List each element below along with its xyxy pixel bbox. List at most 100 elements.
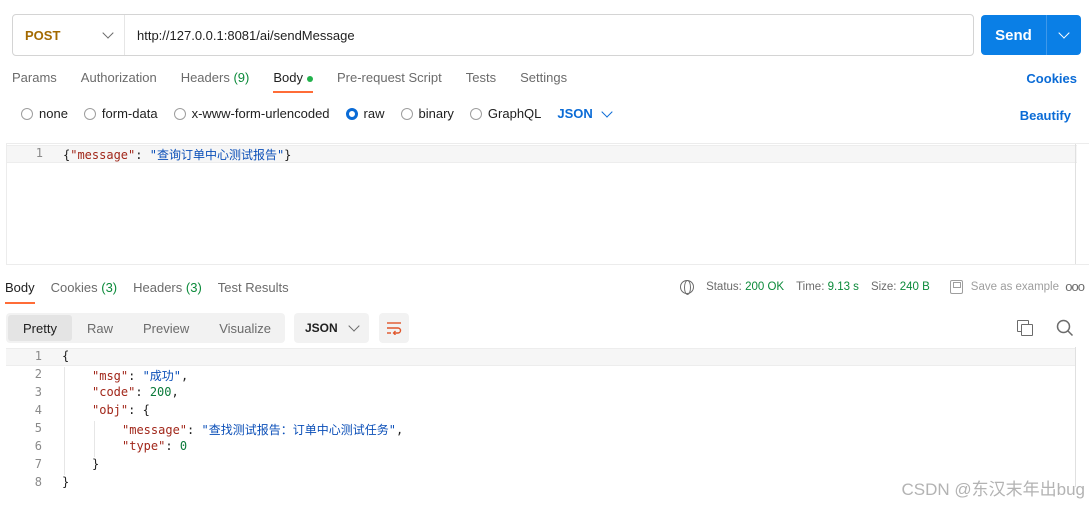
size-value: 240 B [899, 281, 930, 293]
cookies-link[interactable]: Cookies [1026, 71, 1077, 86]
view-preview-button[interactable]: Preview [128, 315, 204, 341]
response-tabs: Body Cookies (3) Headers (3) Test Result… [5, 280, 305, 304]
search-icon[interactable] [1056, 319, 1074, 337]
tab-response-headers[interactable]: Headers (3) [133, 280, 202, 295]
code-line: 2 "msg": "成功", [6, 367, 189, 385]
json-punctuation: : [128, 369, 143, 383]
tab-settings[interactable]: Settings [520, 70, 567, 90]
more-options-icon[interactable]: ooo [1065, 279, 1085, 294]
code-line: 1 {"message": "查询订单中心测试报告"} [7, 146, 292, 164]
json-key: "msg" [92, 369, 129, 383]
radio-binary[interactable]: binary [400, 106, 454, 121]
tab-label: Headers [180, 70, 230, 85]
json-punctuation: : [187, 423, 202, 437]
wrap-lines-button[interactable] [379, 313, 409, 343]
json-punctuation: } [92, 457, 100, 471]
body-format-label: JSON [557, 106, 593, 121]
request-body-editor[interactable]: 1 {"message": "查询订单中心测试报告"} [6, 143, 1089, 265]
tab-body[interactable]: Body [273, 70, 313, 93]
tab-test-results[interactable]: Test Results [218, 280, 289, 295]
tab-params[interactable]: Params [12, 70, 57, 90]
tab-count: (3) [185, 280, 202, 295]
view-pretty-button[interactable]: Pretty [8, 315, 72, 341]
status-label: Status: [706, 281, 742, 293]
code-text: { [42, 349, 69, 367]
editor-scrollbar[interactable] [1075, 144, 1089, 264]
line-number: 7 [34, 457, 42, 471]
save-as-example-label: Save as example [970, 281, 1059, 293]
tab-count: (3) [101, 280, 118, 295]
body-type-radios: none form-data x-www-form-urlencoded raw… [21, 105, 613, 121]
tab-label: Pre-request Script [336, 70, 442, 85]
tab-tests[interactable]: Tests [466, 70, 496, 90]
code-text: "code": 200, [42, 385, 179, 403]
view-visualize-button[interactable]: Visualize [204, 315, 286, 341]
code-text: "type": 0 [42, 439, 187, 457]
code-line: 4 "obj": { [6, 403, 150, 421]
json-value: 0 [179, 439, 188, 453]
save-as-example-button[interactable]: Save as example [949, 280, 1059, 294]
beautify-button[interactable]: Beautify [1020, 108, 1071, 123]
status-dot-icon [306, 75, 313, 82]
tab-headers[interactable]: Headers (9) [181, 70, 250, 90]
json-key: "message" [122, 423, 188, 437]
method-label: POST [25, 27, 61, 43]
response-body-viewer[interactable]: 1{2 "msg": "成功", 3 "code": 200, 4 "obj": {5 "m… [6, 347, 1089, 493]
copy-icon[interactable] [1017, 320, 1033, 336]
globe-icon[interactable] [680, 280, 695, 295]
json-value: "查询订单中心测试报告" [149, 148, 285, 162]
request-bar: POST http://127.0.0.1:8081/ai/sendMessag… [12, 14, 974, 56]
radio-x-www-form-urlencoded[interactable]: x-www-form-urlencoded [173, 106, 330, 121]
tab-label: Params [12, 70, 57, 85]
active-line-highlight [6, 348, 1075, 366]
size-item[interactable]: Size: 240 B [871, 281, 930, 293]
tab-label: Test Results [217, 280, 289, 295]
json-punctuation: : [135, 385, 150, 399]
response-format-label: JSON [305, 321, 338, 335]
json-key: "obj" [92, 403, 129, 417]
response-status-bar: Status: 200 OK Time: 9.13 s Size: 240 B … [680, 280, 1059, 295]
view-mode-group: Pretty Raw Preview Visualize [6, 313, 285, 343]
radio-graphql[interactable]: GraphQL [469, 106, 541, 121]
tab-authorization[interactable]: Authorization [81, 70, 157, 90]
viewer-scrollbar[interactable] [1075, 347, 1089, 487]
size-label: Size: [870, 281, 897, 293]
line-number: 1 [34, 349, 42, 363]
view-raw-button[interactable]: Raw [72, 315, 128, 341]
json-punctuation: , [395, 423, 404, 437]
radio-icon [21, 107, 33, 120]
json-punctuation: { [62, 349, 70, 363]
radio-label: none [39, 106, 68, 121]
save-icon [949, 280, 963, 294]
radio-form-data[interactable]: form-data [83, 106, 158, 121]
time-value: 9.13 s [827, 281, 859, 293]
send-button[interactable]: Send [981, 15, 1047, 55]
json-key: "type" [122, 439, 166, 453]
json-punctuation: , [171, 385, 179, 399]
tab-response-cookies[interactable]: Cookies (3) [51, 280, 117, 295]
status-item[interactable]: Status: 200 OK [706, 281, 784, 293]
time-item[interactable]: Time: 9.13 s [796, 281, 859, 293]
send-button-group: Send [981, 15, 1081, 55]
tab-label: Cookies [50, 280, 98, 295]
wrap-lines-icon [387, 322, 402, 335]
url-input[interactable]: http://127.0.0.1:8081/ai/sendMessage [125, 28, 355, 43]
line-number: 1 [35, 146, 43, 160]
tab-label: Body [273, 70, 303, 85]
code-text: "obj": { [42, 403, 150, 421]
code-text: "msg": "成功", [42, 367, 188, 385]
tab-label: Authorization [80, 70, 157, 85]
body-format-select[interactable]: JSON [557, 105, 613, 121]
line-number: 5 [34, 421, 42, 435]
send-options-button[interactable] [1047, 15, 1081, 55]
radio-raw[interactable]: raw [345, 106, 385, 121]
radio-none[interactable]: none [21, 106, 68, 121]
line-number: 6 [34, 439, 42, 453]
request-tabs: Params Authorization Headers (9) Body Pr… [12, 70, 591, 93]
method-select[interactable]: POST [13, 15, 125, 55]
tab-pre-request-script[interactable]: Pre-request Script [337, 70, 442, 90]
json-punctuation: : [165, 439, 180, 453]
tab-response-body[interactable]: Body [5, 280, 35, 304]
tab-label: Headers [133, 280, 183, 295]
response-format-select[interactable]: JSON [294, 313, 369, 343]
